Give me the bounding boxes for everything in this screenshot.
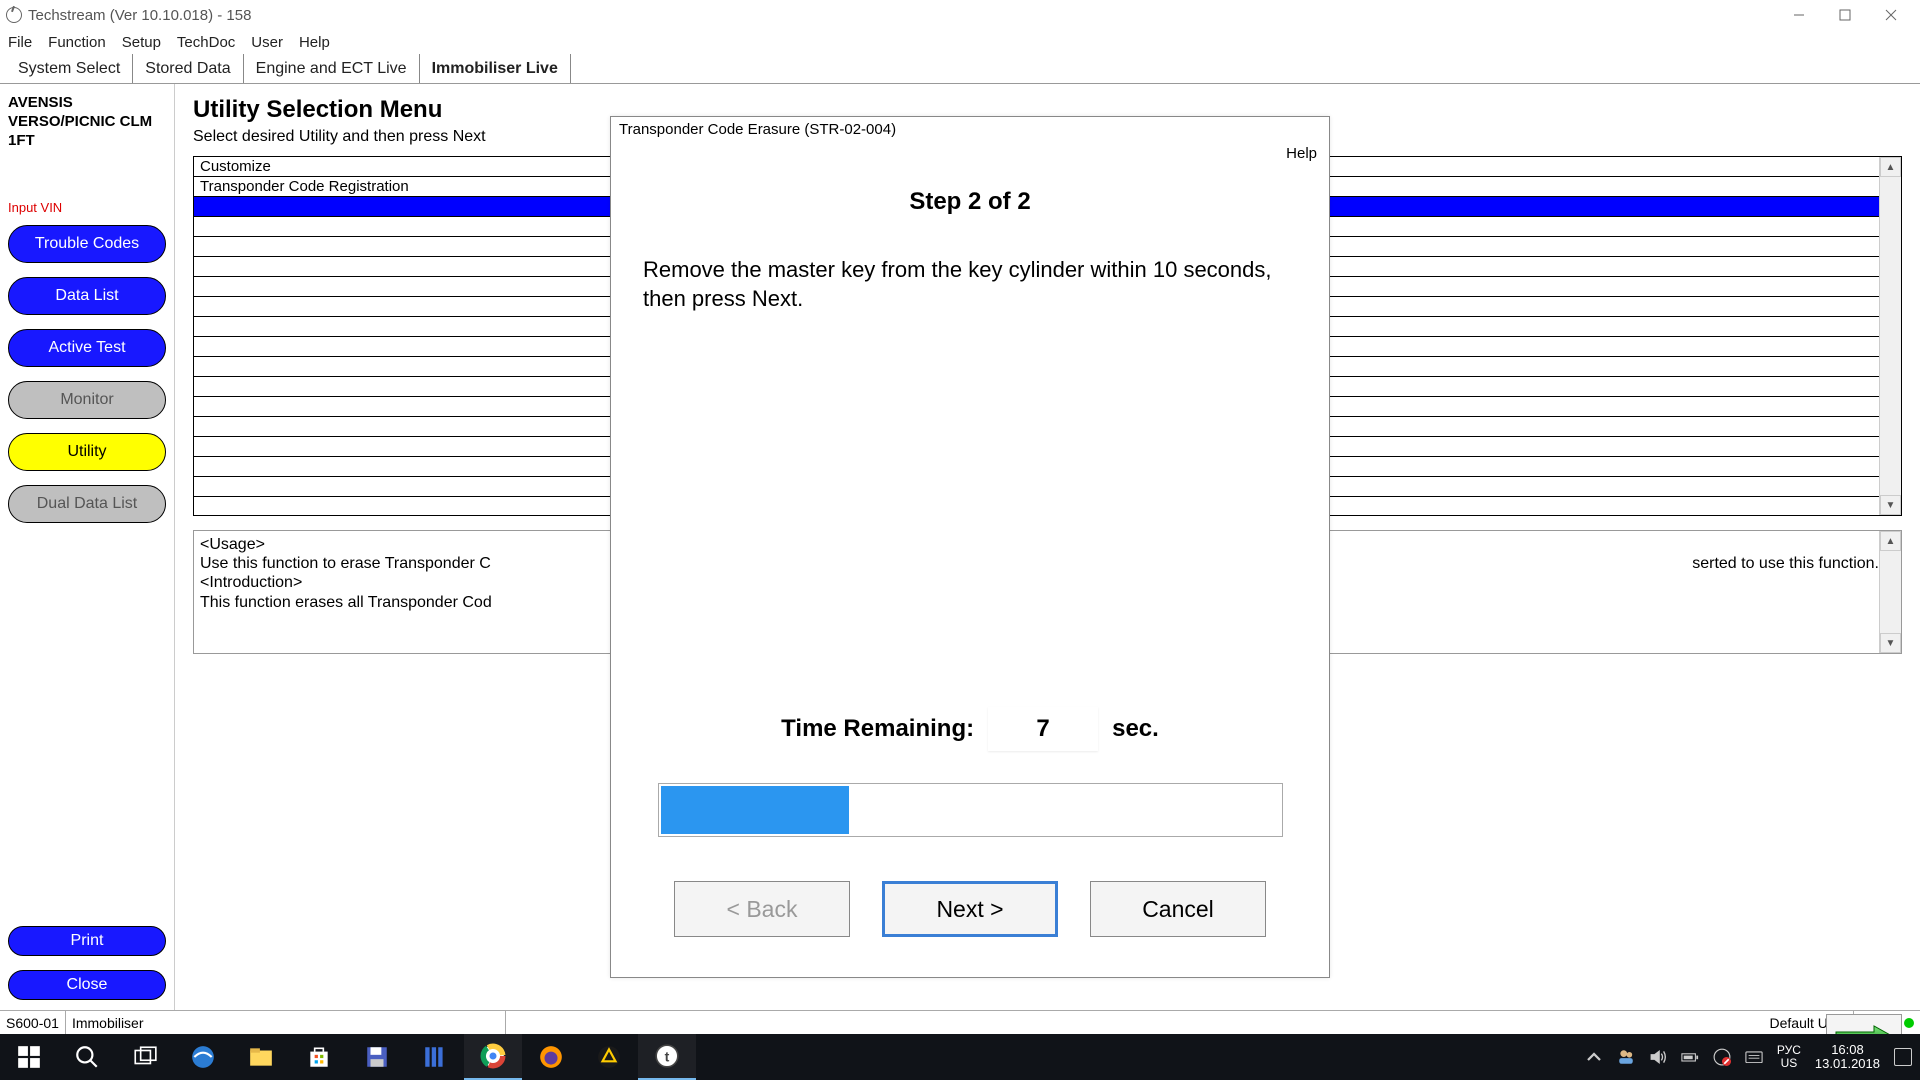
- app-icon: [6, 7, 22, 23]
- dialog-help-link[interactable]: Help: [611, 145, 1329, 168]
- monitor-button: Monitor: [8, 381, 166, 419]
- svg-text:t: t: [665, 1048, 670, 1064]
- trouble-codes-button[interactable]: Trouble Codes: [8, 225, 166, 263]
- usage-scrollbar[interactable]: ▲ ▼: [1879, 531, 1901, 653]
- tray-network-icon[interactable]: [1713, 1048, 1731, 1066]
- status-code: S600-01: [0, 1011, 66, 1034]
- menu-bar: File Function Setup TechDoc User Help: [0, 30, 1920, 54]
- taskbar-explorer[interactable]: [232, 1034, 290, 1080]
- tray-volume-icon[interactable]: [1649, 1048, 1667, 1066]
- scroll-up-icon[interactable]: ▲: [1880, 157, 1901, 177]
- tab-immobiliser-live[interactable]: Immobiliser Live: [420, 54, 571, 83]
- utility-button[interactable]: Utility: [8, 433, 166, 471]
- transponder-erasure-dialog: Transponder Code Erasure (STR-02-004) He…: [610, 116, 1330, 978]
- menu-setup[interactable]: Setup: [122, 34, 161, 51]
- close-panel-button[interactable]: Close: [8, 970, 166, 1000]
- tab-engine-ect-live[interactable]: Engine and ECT Live: [244, 54, 420, 83]
- system-tray: РУС US 16:08 13.01.2018: [1585, 1043, 1920, 1072]
- input-vin-link[interactable]: Input VIN: [8, 200, 166, 215]
- menu-function[interactable]: Function: [48, 34, 106, 51]
- taskbar-firefox[interactable]: [522, 1034, 580, 1080]
- utility-list-scrollbar[interactable]: ▲ ▼: [1879, 157, 1901, 515]
- data-list-button[interactable]: Data List: [8, 277, 166, 315]
- sidebar: AVENSIS VERSO/PICNIC CLM 1FT Input VIN T…: [0, 84, 175, 1010]
- start-button[interactable]: [0, 1034, 58, 1080]
- print-button[interactable]: Print: [8, 926, 166, 956]
- tray-battery-icon[interactable]: [1681, 1048, 1699, 1066]
- cancel-button[interactable]: Cancel: [1090, 881, 1266, 937]
- tab-system-select[interactable]: System Select: [6, 54, 133, 83]
- scroll-up-icon[interactable]: ▲: [1880, 531, 1901, 551]
- status-bar: S600-01 Immobiliser Default User DLC 3: [0, 1010, 1920, 1034]
- progress-bar: [658, 783, 1283, 837]
- taskbar-chrome[interactable]: [464, 1034, 522, 1080]
- progress-fill: [661, 786, 849, 834]
- tray-keyboard-icon[interactable]: [1745, 1048, 1763, 1066]
- window-titlebar: Techstream (Ver 10.10.018) - 158: [0, 0, 1920, 30]
- window-controls: [1776, 0, 1914, 30]
- tab-stored-data[interactable]: Stored Data: [133, 54, 243, 83]
- tray-people-icon[interactable]: [1617, 1048, 1635, 1066]
- taskbar-app-yellow[interactable]: [580, 1034, 638, 1080]
- time-remaining-unit: sec.: [1112, 715, 1159, 743]
- scroll-down-icon[interactable]: ▼: [1880, 495, 1901, 515]
- scroll-down-icon[interactable]: ▼: [1880, 633, 1901, 653]
- dual-data-list-button: Dual Data List: [8, 485, 166, 523]
- menu-file[interactable]: File: [8, 34, 32, 51]
- menu-techdoc[interactable]: TechDoc: [177, 34, 235, 51]
- tray-clock[interactable]: 16:08 13.01.2018: [1815, 1043, 1880, 1072]
- next-button[interactable]: Next >: [882, 881, 1058, 937]
- taskbar-techstream[interactable]: t: [638, 1034, 696, 1080]
- windows-taskbar: t РУС US 16:08 13.01.2018: [0, 1034, 1920, 1080]
- window-title: Techstream (Ver 10.10.018) - 158: [28, 7, 1776, 24]
- taskbar-store[interactable]: [290, 1034, 348, 1080]
- tray-language[interactable]: РУС US: [1777, 1044, 1801, 1070]
- time-remaining-label: Time Remaining:: [781, 715, 974, 743]
- tray-chevron-up-icon[interactable]: [1585, 1048, 1603, 1066]
- close-button[interactable]: [1868, 0, 1914, 30]
- task-view-icon[interactable]: [116, 1034, 174, 1080]
- tab-bar: System Select Stored Data Engine and ECT…: [0, 54, 1920, 84]
- time-remaining-row: Time Remaining: 7 sec.: [643, 707, 1297, 751]
- step-title: Step 2 of 2: [643, 188, 1297, 216]
- maximize-button[interactable]: [1822, 0, 1868, 30]
- taskbar-edge[interactable]: [174, 1034, 232, 1080]
- dialog-title: Transponder Code Erasure (STR-02-004): [611, 117, 1329, 145]
- menu-help[interactable]: Help: [299, 34, 330, 51]
- active-test-button[interactable]: Active Test: [8, 329, 166, 367]
- taskbar-app-disk[interactable]: [348, 1034, 406, 1080]
- menu-user[interactable]: User: [251, 34, 283, 51]
- status-dot-icon: [1904, 1018, 1914, 1028]
- minimize-button[interactable]: [1776, 0, 1822, 30]
- search-icon[interactable]: [58, 1034, 116, 1080]
- back-button: < Back: [674, 881, 850, 937]
- step-message: Remove the master key from the key cylin…: [643, 256, 1297, 313]
- taskbar-app-blue[interactable]: [406, 1034, 464, 1080]
- status-system: Immobiliser: [66, 1011, 506, 1034]
- tray-notifications-icon[interactable]: [1894, 1048, 1912, 1066]
- time-remaining-value: 7: [988, 707, 1098, 751]
- vehicle-label: AVENSIS VERSO/PICNIC CLM 1FT: [8, 94, 166, 150]
